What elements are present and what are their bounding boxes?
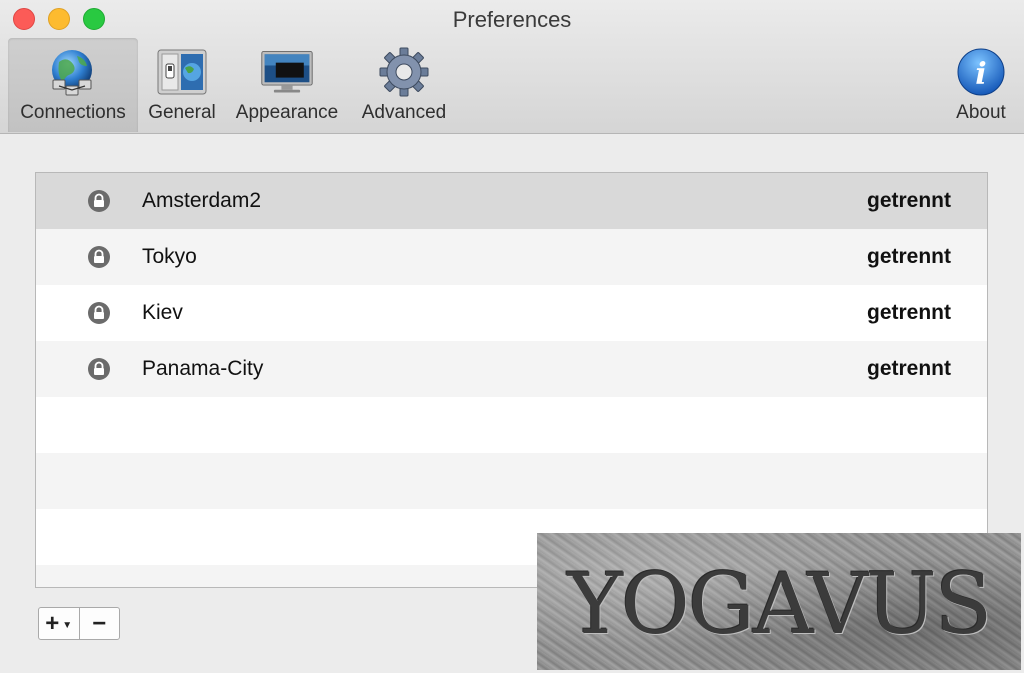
connection-name: Tokyo	[142, 245, 197, 268]
switch-panel-icon	[154, 46, 210, 98]
info-icon: i	[953, 46, 1009, 98]
lock-icon	[88, 358, 110, 380]
tab-connections[interactable]: Connections	[8, 38, 138, 132]
tab-general[interactable]: General	[142, 38, 222, 132]
table-row[interactable]: Kiev getrennt	[36, 285, 987, 341]
add-label: +	[45, 609, 60, 637]
globe-network-icon	[45, 46, 101, 98]
connection-name: Kiev	[142, 301, 183, 324]
chevron-down-icon: ▼	[62, 620, 73, 631]
empty-row	[36, 453, 987, 509]
lock-icon	[88, 246, 110, 268]
gear-icon	[376, 46, 432, 98]
table-row[interactable]: Panama-City getrennt	[36, 341, 987, 397]
connection-name: Panama-City	[142, 357, 264, 380]
add-connection-button[interactable]: + ▼	[39, 608, 80, 639]
table-row[interactable]: Amsterdam2 getrennt	[36, 173, 987, 229]
watermark-text: YOGAVUS	[567, 555, 993, 653]
toolbar: Preferences Connections General Appearan…	[0, 0, 1024, 134]
remove-connection-button[interactable]: −	[80, 608, 120, 639]
connection-name: Amsterdam2	[142, 189, 262, 212]
connection-status: getrennt	[867, 245, 951, 268]
tab-advanced-label: Advanced	[361, 102, 447, 123]
connection-status: getrennt	[867, 189, 951, 212]
tab-about-label: About	[956, 102, 1006, 123]
tab-appearance[interactable]: Appearance	[228, 38, 346, 132]
window-title: Preferences	[452, 7, 572, 32]
tab-about[interactable]: i About	[946, 38, 1016, 132]
tab-appearance-label: Appearance	[235, 102, 339, 123]
watermark-logo: YOGAVUS	[537, 533, 1021, 670]
tab-connections-label: Connections	[20, 102, 126, 123]
svg-text:i: i	[975, 57, 986, 92]
connection-status: getrennt	[867, 301, 951, 324]
lock-icon	[88, 190, 110, 212]
preferences-window: Preferences Connections General Appearan…	[0, 0, 1024, 673]
lock-icon	[88, 302, 110, 324]
connection-status: getrennt	[867, 357, 951, 380]
table-row[interactable]: Tokyo getrennt	[36, 229, 987, 285]
tab-general-label: General	[148, 102, 216, 123]
tab-advanced[interactable]: Advanced	[354, 38, 454, 132]
empty-row	[36, 397, 987, 453]
add-remove-buttons: + ▼ −	[38, 607, 120, 640]
connections-list[interactable]: Amsterdam2 getrennt Tokyo getrennt Kiev …	[35, 172, 988, 588]
monitor-icon	[259, 46, 315, 98]
